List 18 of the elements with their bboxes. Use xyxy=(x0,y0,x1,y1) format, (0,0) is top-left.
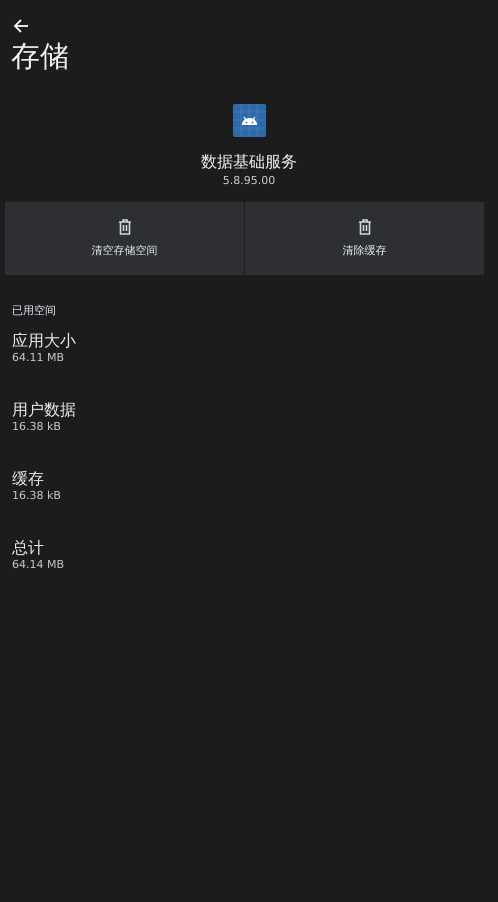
app-name: 数据基础服务 xyxy=(201,151,297,173)
section-header: 已用空间 xyxy=(12,303,56,318)
item-title: 应用大小 xyxy=(12,331,77,351)
app-version: 5.8.95.00 xyxy=(222,174,276,187)
trash-icon xyxy=(358,219,372,235)
back-arrow-icon[interactable] xyxy=(13,18,29,34)
item-value: 16.38 kB xyxy=(12,489,62,503)
item-title: 用户数据 xyxy=(12,400,77,420)
android-app-icon xyxy=(232,104,266,137)
item-value: 16.38 kB xyxy=(12,420,62,434)
action-button[interactable]: 清除缓存 xyxy=(245,202,484,275)
item-value: 64.11 MB xyxy=(12,351,66,365)
page-title: 存储 xyxy=(11,38,69,74)
action-button[interactable]: 清空存储空间 xyxy=(5,202,244,275)
item-title: 总计 xyxy=(12,538,45,558)
item-title: 缓存 xyxy=(12,469,45,489)
item-value: 64.14 MB xyxy=(12,558,66,572)
trash-icon xyxy=(118,219,132,235)
